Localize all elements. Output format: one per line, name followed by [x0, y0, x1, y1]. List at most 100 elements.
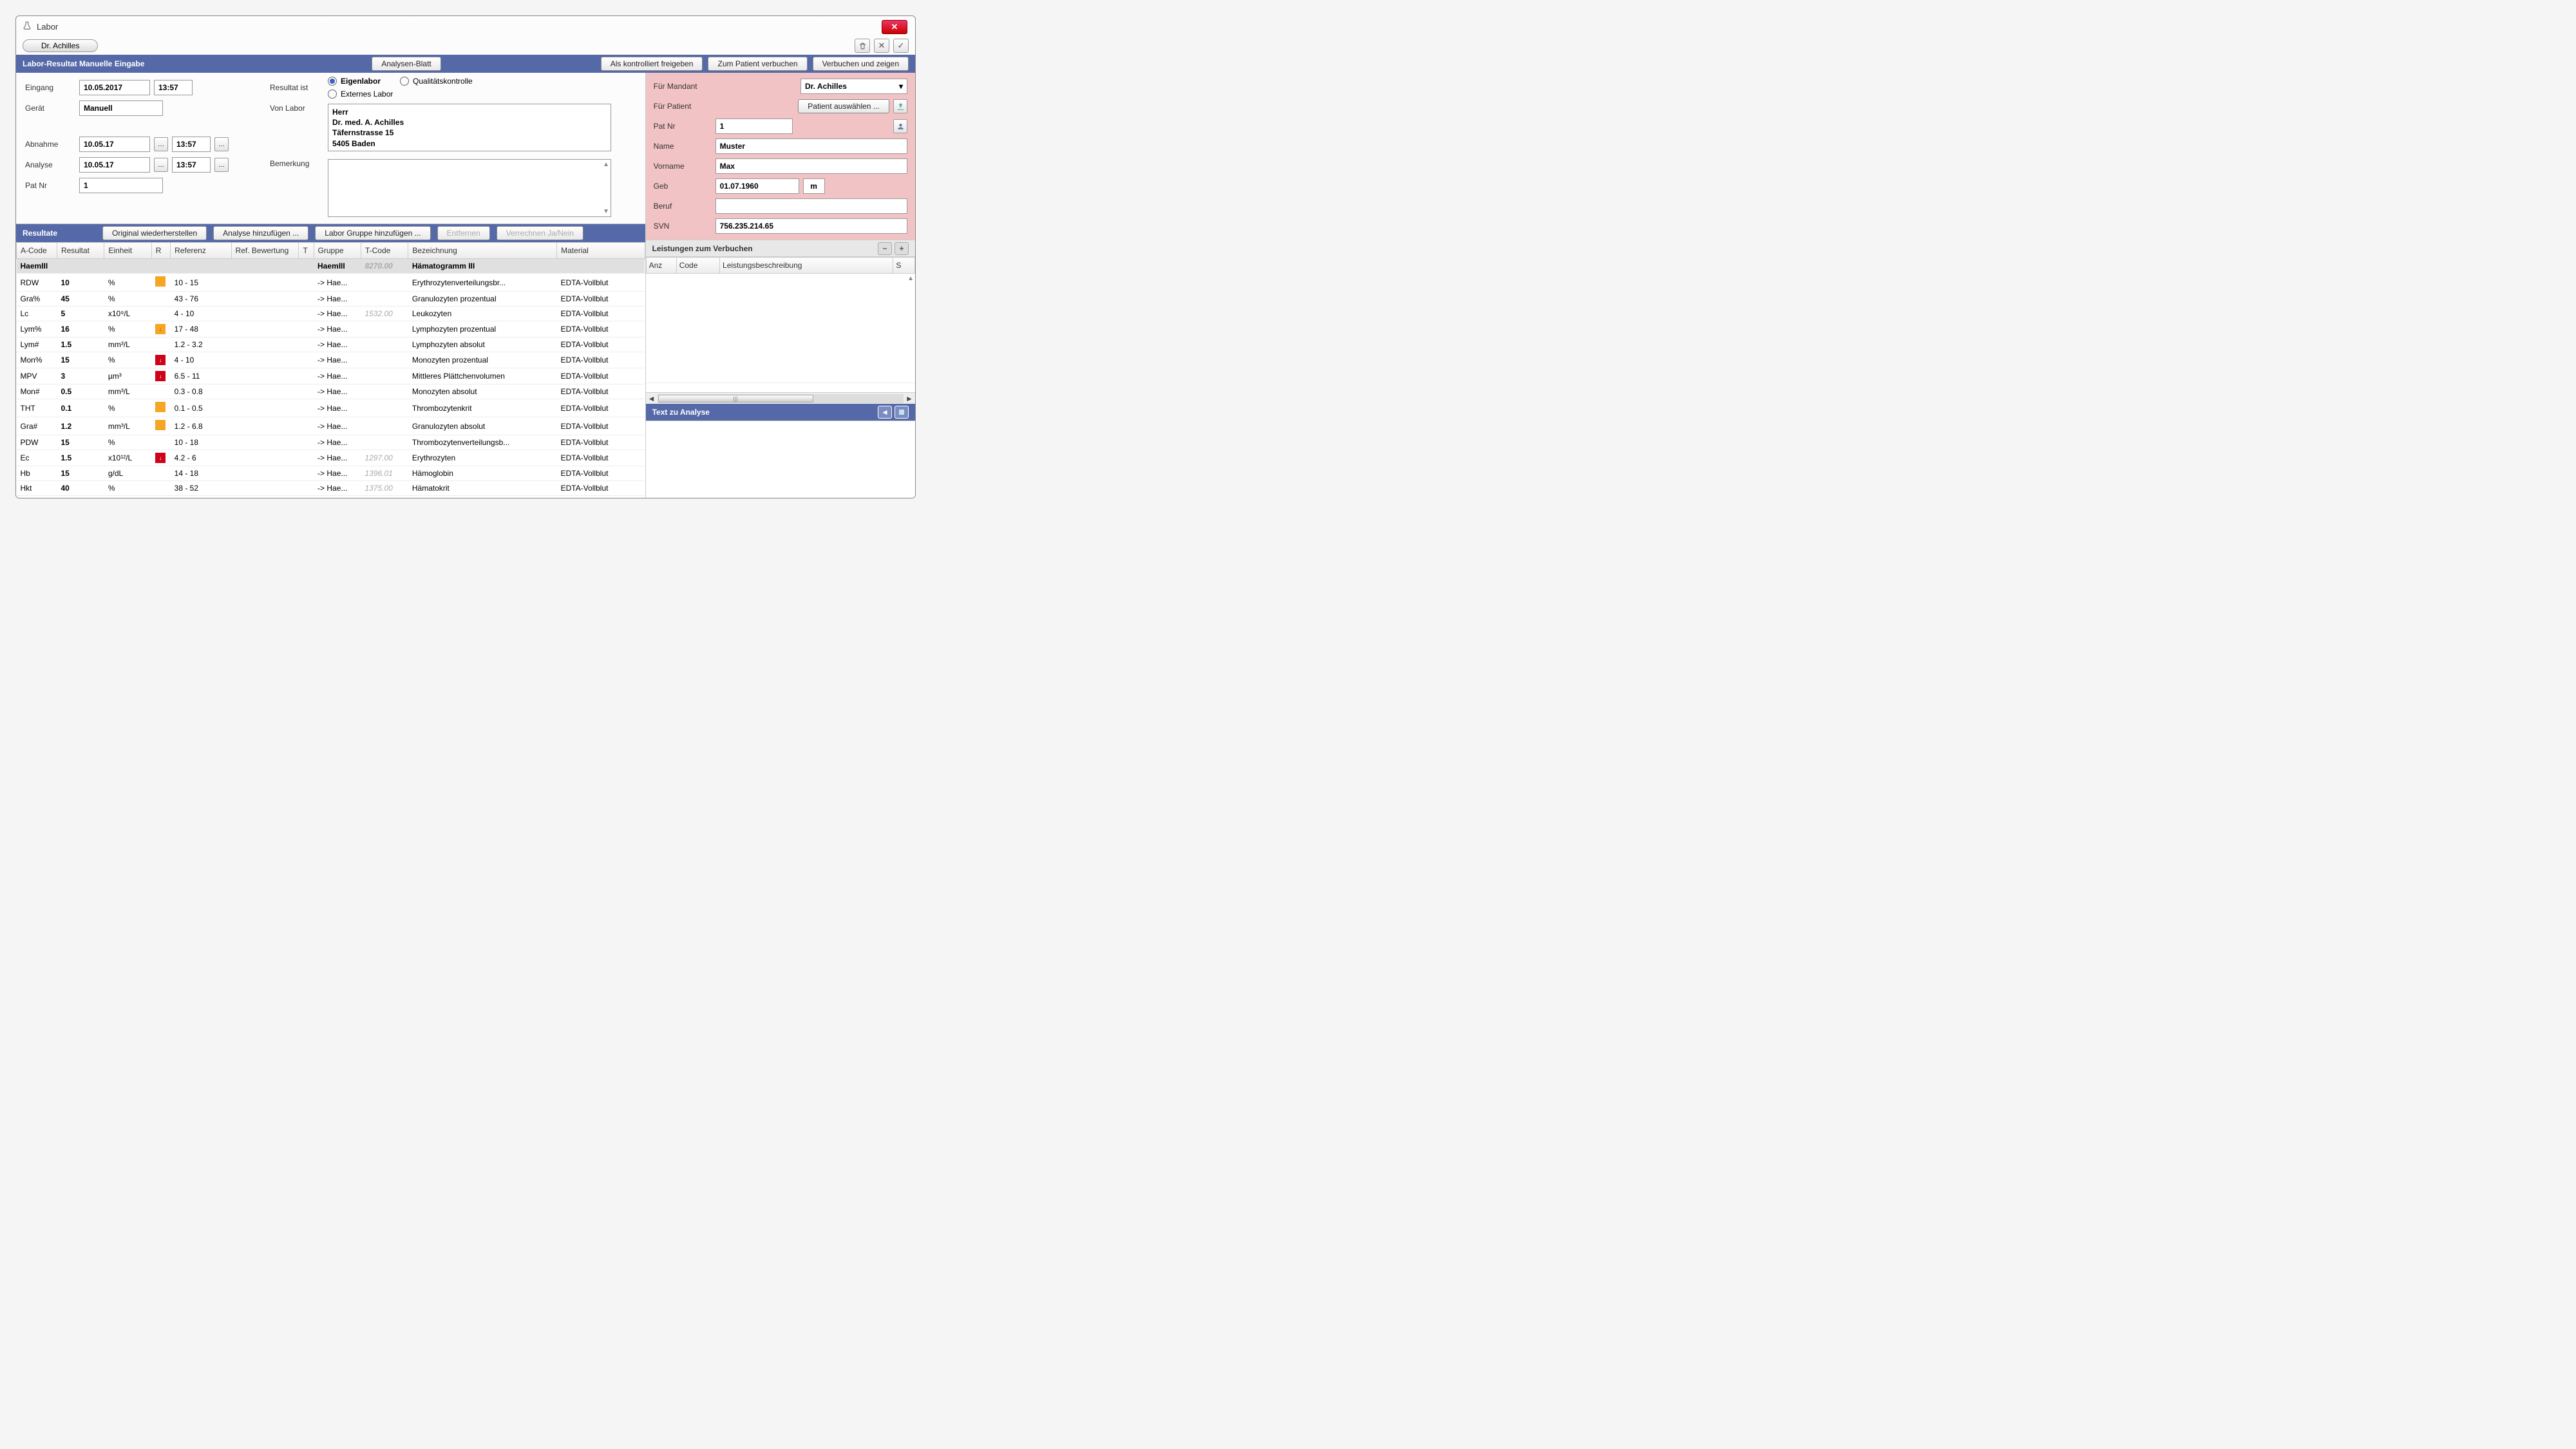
- scroll-up-icon[interactable]: ▲: [907, 275, 914, 282]
- geb-input[interactable]: [715, 178, 799, 194]
- text-analyse-area[interactable]: [646, 421, 915, 498]
- abnahme-time-picker-icon[interactable]: …: [214, 137, 229, 151]
- flask-icon: [23, 21, 33, 32]
- von-labor-label: Von Labor: [270, 104, 324, 113]
- table-row[interactable]: RDW10%10 - 15-> Hae...Erythrozytenvertei…: [17, 274, 645, 292]
- analyse-hinzufuegen-button[interactable]: Analyse hinzufügen ...: [213, 226, 308, 240]
- analyse-date-picker-icon[interactable]: …: [154, 158, 168, 172]
- verbuchen-zeigen-button[interactable]: Verbuchen und zeigen: [813, 57, 909, 71]
- col-header[interactable]: R: [151, 243, 170, 259]
- text-detail-icon[interactable]: [895, 406, 909, 419]
- labor-window: Labor ✕ Dr. Achilles ✕ ✓ Labor-Resultat …: [15, 15, 916, 498]
- scroll-down-icon[interactable]: ▼: [603, 208, 609, 215]
- text-prev-button[interactable]: ◄: [878, 406, 892, 419]
- vorname-input[interactable]: [715, 158, 907, 174]
- analyse-time-picker-icon[interactable]: …: [214, 158, 229, 172]
- trash-icon[interactable]: [855, 39, 870, 53]
- bemerkung-textarea[interactable]: ▲ ▼: [328, 159, 611, 217]
- eingang-time-input[interactable]: [154, 80, 193, 95]
- table-row[interactable]: Ec1.5x10¹²/L↓4.2 - 6-> Hae...1297.00Eryt…: [17, 450, 645, 466]
- leistung-add-button[interactable]: +: [895, 242, 909, 255]
- table-row[interactable]: Gra%45%43 - 76-> Hae...Granulozyten proz…: [17, 292, 645, 307]
- table-group-row[interactable]: HaemIIIHaemIII8270.00Hämatogramm III: [17, 259, 645, 274]
- eingang-date-input[interactable]: [79, 80, 150, 95]
- radio-externes-labor[interactable]: Externes Labor: [328, 90, 473, 99]
- table-row[interactable]: Lym#1.5mm³/L1.2 - 3.2-> Hae...Lymphozyte…: [17, 337, 645, 352]
- patient-lookup-icon[interactable]: [893, 119, 907, 133]
- text-analyse-header: Text zu Analyse ◄: [646, 404, 915, 421]
- entfernen-button[interactable]: Entfernen: [437, 226, 490, 240]
- als-kontrolliert-button[interactable]: Als kontrolliert freigeben: [601, 57, 703, 71]
- chevron-down-icon: ▾: [899, 82, 903, 91]
- resultate-toolbar: Resultate Original wiederherstellen Anal…: [16, 224, 645, 242]
- analyse-label: Analyse: [25, 160, 75, 169]
- patnr-input[interactable]: [79, 178, 163, 193]
- table-row[interactable]: Hkt40%38 - 52-> Hae...1375.00HämatokritE…: [17, 481, 645, 496]
- analysen-blatt-button[interactable]: Analysen-Blatt: [372, 57, 440, 71]
- patnr-label: Pat Nr: [25, 181, 75, 190]
- leistungen-hscroll[interactable]: ◄ ||| ►: [646, 392, 915, 404]
- abnahme-date-picker-icon[interactable]: …: [154, 137, 168, 151]
- geraet-label: Gerät: [25, 104, 75, 113]
- col-header[interactable]: Einheit: [104, 243, 151, 259]
- table-row[interactable]: Mon#0.5mm³/L0.3 - 0.8-> Hae...Monozyten …: [17, 384, 645, 399]
- col-header[interactable]: Gruppe: [314, 243, 361, 259]
- col-header[interactable]: Resultat: [57, 243, 104, 259]
- table-row[interactable]: PDW15%10 - 18-> Hae...Thrombozytenvertei…: [17, 435, 645, 450]
- verrechnen-button[interactable]: Verrechnen Ja/Nein: [497, 226, 583, 240]
- table-row[interactable]: Lym%16%↓17 - 48-> Hae...Lymphozyten proz…: [17, 321, 645, 337]
- leistung-remove-button[interactable]: −: [878, 242, 892, 255]
- col-header[interactable]: T-Code: [361, 243, 408, 259]
- scroll-left-icon[interactable]: ◄: [646, 394, 658, 403]
- radio-eigenlabor[interactable]: Eigenlabor: [328, 77, 381, 86]
- table-row[interactable]: THT0.1%0.1 - 0.5-> Hae...Thrombozytenkri…: [17, 399, 645, 417]
- name-input[interactable]: [715, 138, 907, 154]
- original-wiederherstellen-button[interactable]: Original wiederherstellen: [102, 226, 207, 240]
- text-analyse-title: Text zu Analyse: [652, 408, 710, 417]
- analyse-date-input[interactable]: [79, 157, 150, 173]
- patient-auswaehlen-button[interactable]: Patient auswählen ...: [798, 99, 889, 113]
- scroll-right-icon[interactable]: ►: [904, 394, 915, 403]
- cancel-icon[interactable]: ✕: [874, 39, 889, 53]
- radio-qualitaetskontrolle[interactable]: Qualitätskontrolle: [400, 77, 473, 86]
- geraet-input[interactable]: [79, 100, 163, 116]
- table-row[interactable]: Hb15g/dL14 - 18-> Hae...1396.01Hämoglobi…: [17, 466, 645, 481]
- table-row[interactable]: Lc5x10⁹/L4 - 10-> Hae...1532.00Leukozyte…: [17, 307, 645, 321]
- gruppe-hinzufuegen-button[interactable]: Labor Gruppe hinzufügen ...: [315, 226, 430, 240]
- col-header[interactable]: A-Code: [17, 243, 57, 259]
- col-header[interactable]: Leistungsbeschreibung: [720, 258, 893, 274]
- table-row[interactable]: Mon%15%↓4 - 10-> Hae...Monozyten prozent…: [17, 352, 645, 368]
- col-header[interactable]: Material: [557, 243, 645, 259]
- vorname-label: Vorname: [654, 162, 712, 171]
- gender-input[interactable]: [803, 178, 825, 194]
- abnahme-date-input[interactable]: [79, 137, 150, 152]
- col-header[interactable]: Anz: [646, 258, 676, 274]
- col-header[interactable]: Referenz: [171, 243, 231, 259]
- abnahme-time-input[interactable]: [172, 137, 211, 152]
- leistungen-table-wrap[interactable]: AnzCodeLeistungsbeschreibungS ▲: [646, 257, 915, 392]
- col-header[interactable]: Code: [676, 258, 719, 274]
- window-close-button[interactable]: ✕: [882, 20, 907, 34]
- bemerkung-label: Bemerkung: [270, 159, 324, 168]
- col-header[interactable]: Bezeichnung: [408, 243, 557, 259]
- von-labor-textarea[interactable]: HerrDr. med. A. AchillesTäfernstrasse 15…: [328, 104, 611, 151]
- table-row[interactable]: MPV3µm³↓6.5 - 11-> Hae...Mittleres Plätt…: [17, 368, 645, 384]
- analyse-time-input[interactable]: [172, 157, 211, 173]
- header-title: Labor-Resultat Manuelle Eingabe: [23, 59, 144, 68]
- col-header[interactable]: Ref. Bewertung: [231, 243, 299, 259]
- mandant-select[interactable]: Dr. Achilles▾: [800, 79, 907, 94]
- beruf-label: Beruf: [654, 202, 712, 211]
- table-row[interactable]: Gra#1.2mm³/L1.2 - 6.8-> Hae...Granulozyt…: [17, 417, 645, 435]
- zum-patient-button[interactable]: Zum Patient verbuchen: [708, 57, 807, 71]
- col-header[interactable]: S: [893, 258, 915, 274]
- doctor-pill[interactable]: Dr. Achilles: [23, 39, 98, 52]
- scroll-up-icon[interactable]: ▲: [603, 161, 609, 168]
- confirm-icon[interactable]: ✓: [893, 39, 909, 53]
- geb-label: Geb: [654, 182, 712, 191]
- col-header[interactable]: T: [299, 243, 314, 259]
- beruf-input[interactable]: [715, 198, 907, 214]
- svn-input[interactable]: [715, 218, 907, 234]
- patient-link-icon[interactable]: [893, 99, 907, 113]
- right-patnr-input[interactable]: [715, 118, 793, 134]
- results-table-wrap[interactable]: A-CodeResultatEinheitRReferenzRef. Bewer…: [16, 242, 645, 498]
